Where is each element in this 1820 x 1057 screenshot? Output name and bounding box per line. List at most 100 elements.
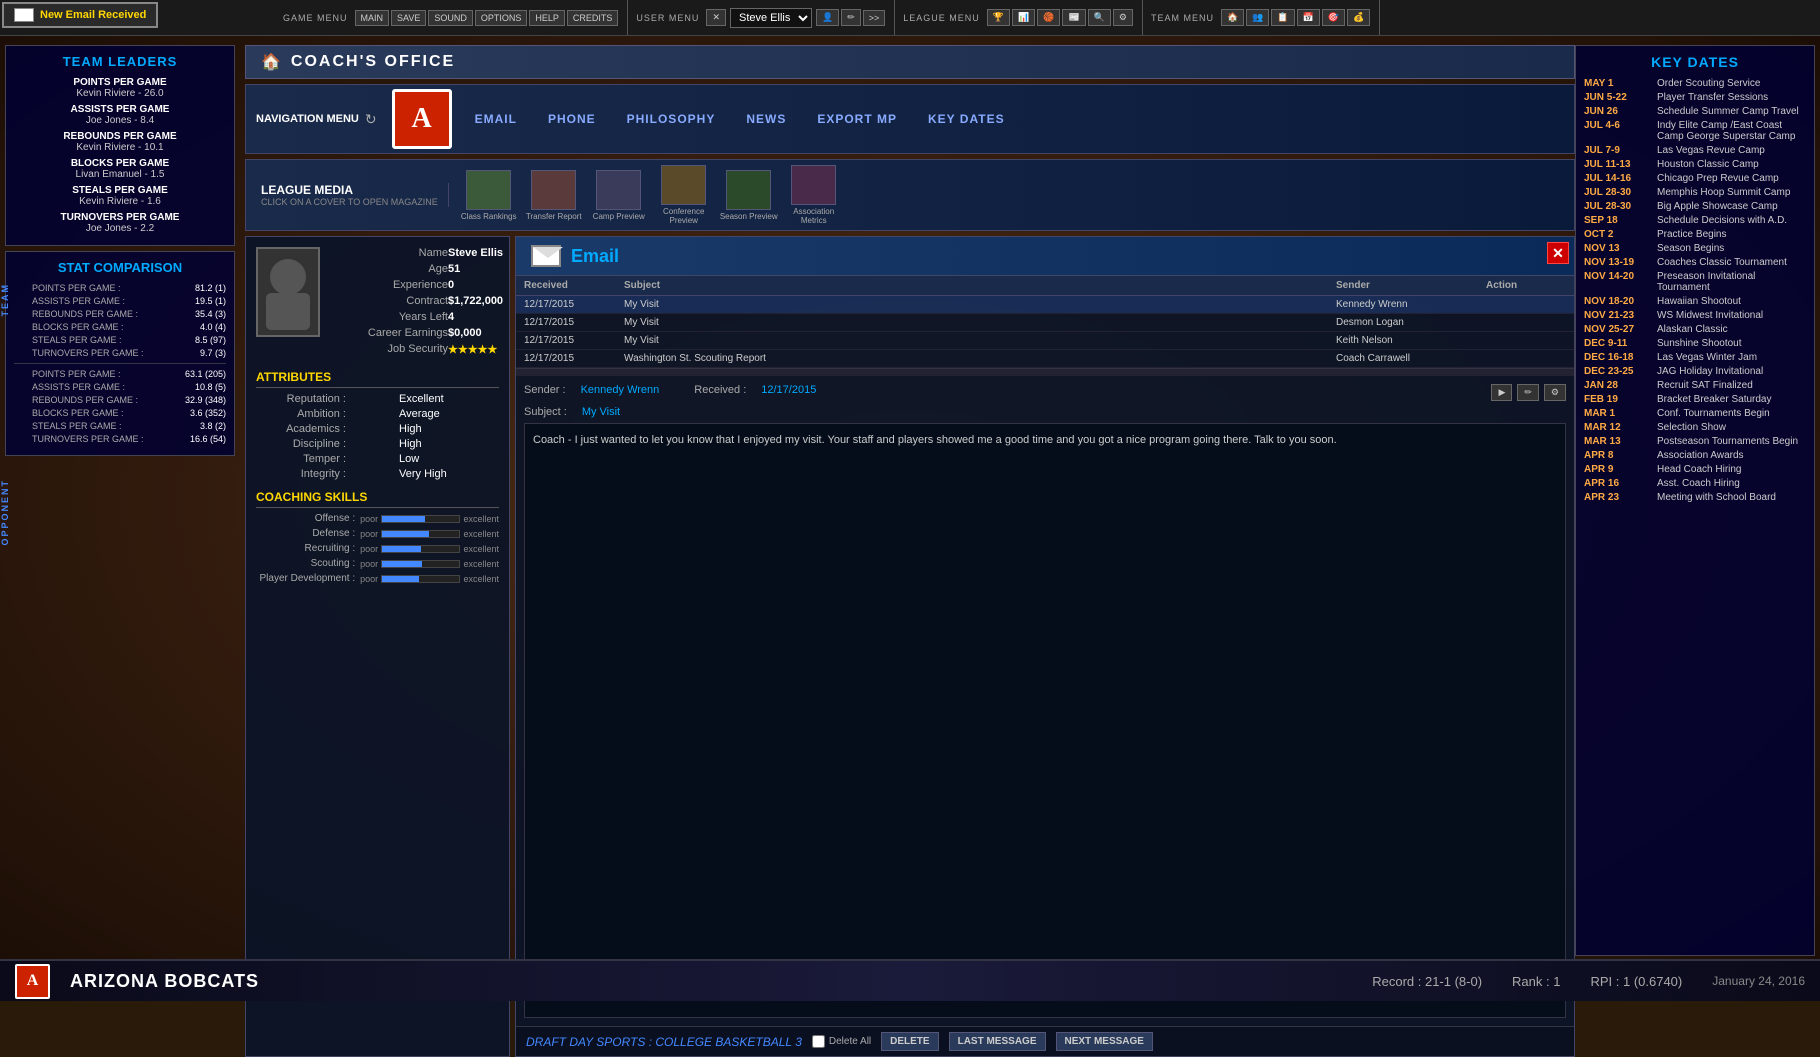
league-btn4[interactable]: 📰	[1062, 9, 1085, 26]
media-cover-0	[466, 170, 511, 210]
kd-date-21: FEB 19	[1584, 394, 1649, 405]
col-received: Received	[524, 280, 624, 291]
nav-key-dates[interactable]: KEY DATES	[920, 109, 1013, 129]
team-stat-value-3: 4.0 (4)	[166, 322, 226, 332]
email-scroll[interactable]	[516, 368, 1574, 376]
email-footer: DRAFT DAY SPORTS : COLLEGE BASKETBALL 3 …	[516, 1026, 1574, 1056]
skill-bar-2	[381, 545, 460, 553]
email-row-2[interactable]: 12/17/2015 My Visit Keith Nelson	[516, 332, 1574, 350]
skill-excellent-1: excellent	[463, 529, 499, 539]
coach-experience: 0	[448, 279, 510, 291]
media-class-rankings[interactable]: Class Rankings	[459, 170, 519, 221]
email-notification[interactable]: New Email Received	[2, 2, 158, 28]
team-stat-value-5: 9.7 (3)	[166, 348, 226, 358]
media-season-preview[interactable]: Season Preview	[719, 170, 779, 221]
skill-poor-0: poor	[360, 514, 378, 524]
media-association-metrics[interactable]: Association Metrics	[784, 165, 844, 225]
user-action-btn1[interactable]: 👤	[816, 9, 839, 26]
exp-label: Experience	[328, 279, 448, 291]
media-label-5: Association Metrics	[784, 207, 844, 225]
last-message-btn[interactable]: LAST MESSAGE	[949, 1032, 1046, 1051]
action-btn-1[interactable]: ▶	[1491, 384, 1512, 401]
next-message-btn[interactable]: NEXT MESSAGE	[1056, 1032, 1153, 1051]
league-btn5[interactable]: 🔍	[1088, 9, 1111, 26]
col-sender: Sender	[1336, 280, 1486, 291]
media-label-2: Camp Preview	[593, 212, 645, 221]
stat-leader-3: Livan Emanuel - 1.5	[14, 169, 226, 180]
skill-fill-4	[382, 576, 419, 582]
skill-poor-3: poor	[360, 559, 378, 569]
game-menu-section: GAME MENU MAIN SAVE SOUND OPTIONS HELP C…	[275, 0, 628, 35]
nav-philosophy[interactable]: PHILOSOPHY	[619, 109, 724, 129]
league-btn6[interactable]: ⚙	[1113, 9, 1133, 26]
team-btn3[interactable]: 📋	[1271, 9, 1294, 26]
kd-date-17: DEC 9-11	[1584, 338, 1649, 349]
bottom-stats: Record : 21-1 (8-0) Rank : 1 RPI : 1 (0.…	[1372, 974, 1805, 989]
options-btn[interactable]: OPTIONS	[475, 10, 528, 26]
kd-date-15: NOV 21-23	[1584, 310, 1649, 321]
user-action-btn2[interactable]: ✏	[841, 9, 861, 26]
skill-excellent-2: excellent	[463, 544, 499, 554]
attr-value-0: Excellent	[399, 393, 499, 405]
team-btn1[interactable]: 🏠	[1221, 9, 1244, 26]
kd-date-27: APR 16	[1584, 478, 1649, 489]
nav-email[interactable]: EMAIL	[467, 109, 525, 129]
kd-row-5: JUL 11-13 Houston Classic Camp	[1584, 159, 1806, 170]
media-cover-1	[531, 170, 576, 210]
user-action-btn3[interactable]: >>	[863, 10, 886, 26]
team-stat-row-1: ASSISTS PER GAME : 19.5 (1)	[32, 296, 226, 306]
kd-event-21: Bracket Breaker Saturday	[1657, 394, 1772, 405]
action-btn-3[interactable]: ⚙	[1544, 384, 1566, 401]
credits-btn[interactable]: CREDITS	[567, 10, 619, 26]
email-list-header: Received Subject Sender Action	[516, 276, 1574, 296]
delete-all-check[interactable]: Delete All	[812, 1035, 871, 1048]
media-conference-preview[interactable]: Conference Preview	[654, 165, 714, 225]
email-detail-subject-row: Subject : My Visit	[524, 406, 1566, 418]
team-btn5[interactable]: 🎯	[1322, 9, 1345, 26]
team-btn2[interactable]: 👥	[1246, 9, 1269, 26]
received-label: Received :	[694, 384, 746, 401]
team-btn4[interactable]: 📅	[1297, 9, 1320, 26]
kd-date-11: NOV 13	[1584, 243, 1649, 254]
kd-event-22: Conf. Tournaments Begin	[1657, 408, 1770, 419]
delete-all-checkbox[interactable]	[812, 1035, 825, 1048]
nav-news[interactable]: NEWS	[738, 109, 794, 129]
main-btn[interactable]: MAIN	[355, 10, 390, 26]
nav-phone[interactable]: PHONE	[540, 109, 604, 129]
league-btn2[interactable]: 📊	[1012, 9, 1035, 26]
received-value: 12/17/2015	[761, 384, 816, 401]
kd-date-25: APR 8	[1584, 450, 1649, 461]
attr-label-1: Ambition :	[256, 408, 346, 420]
close-email-btn[interactable]: ✕	[1547, 242, 1569, 264]
league-media-title-text: LEAGUE MEDIA	[261, 183, 353, 197]
delete-btn[interactable]: DELETE	[881, 1032, 938, 1051]
user-menu-title: USER MENU	[636, 13, 699, 23]
user-icon-btn[interactable]: ✕	[706, 9, 726, 26]
sound-btn[interactable]: SOUND	[428, 10, 473, 26]
name-row: Name Steve Ellis	[328, 247, 510, 259]
media-transfer-report[interactable]: Transfer Report	[524, 170, 584, 221]
security-row: Job Security ★★★★★	[328, 343, 510, 356]
email-body: Coach - I just wanted to let you know th…	[524, 423, 1566, 1018]
help-btn[interactable]: HELP	[529, 10, 565, 26]
attr-row-4: Temper : Low	[256, 453, 499, 465]
save-btn[interactable]: SAVE	[391, 10, 426, 26]
kd-date-2: JUN 26	[1584, 106, 1649, 117]
email-row-1[interactable]: 12/17/2015 My Visit Desmon Logan	[516, 314, 1574, 332]
kd-row-23: MAR 12 Selection Show	[1584, 422, 1806, 433]
kd-event-3: Indy Elite Camp /East Coast Camp George …	[1657, 120, 1806, 142]
email-row-3[interactable]: 12/17/2015 Washington St. Scouting Repor…	[516, 350, 1574, 368]
league-btn3[interactable]: 🏀	[1037, 9, 1060, 26]
email-row-0[interactable]: 12/17/2015 My Visit Kennedy Wrenn	[516, 296, 1574, 314]
detail-actions: ▶ ✏ ⚙	[1491, 384, 1566, 401]
top-menubar: New Email Received GAME MENU MAIN SAVE S…	[0, 0, 1820, 36]
nav-refresh-icon[interactable]: ↻	[365, 111, 377, 128]
team-btn6[interactable]: 💰	[1347, 9, 1370, 26]
sender-value: Kennedy Wrenn	[581, 384, 660, 401]
email-detail-header: Sender : Kennedy Wrenn Received : 12/17/…	[524, 384, 1566, 401]
league-btn1[interactable]: 🏆	[987, 9, 1010, 26]
nav-export-mp[interactable]: EXPORT MP	[809, 109, 905, 129]
media-camp-preview[interactable]: Camp Preview	[589, 170, 649, 221]
user-select[interactable]: Steve Ellis	[730, 8, 812, 28]
action-btn-2[interactable]: ✏	[1517, 384, 1539, 401]
